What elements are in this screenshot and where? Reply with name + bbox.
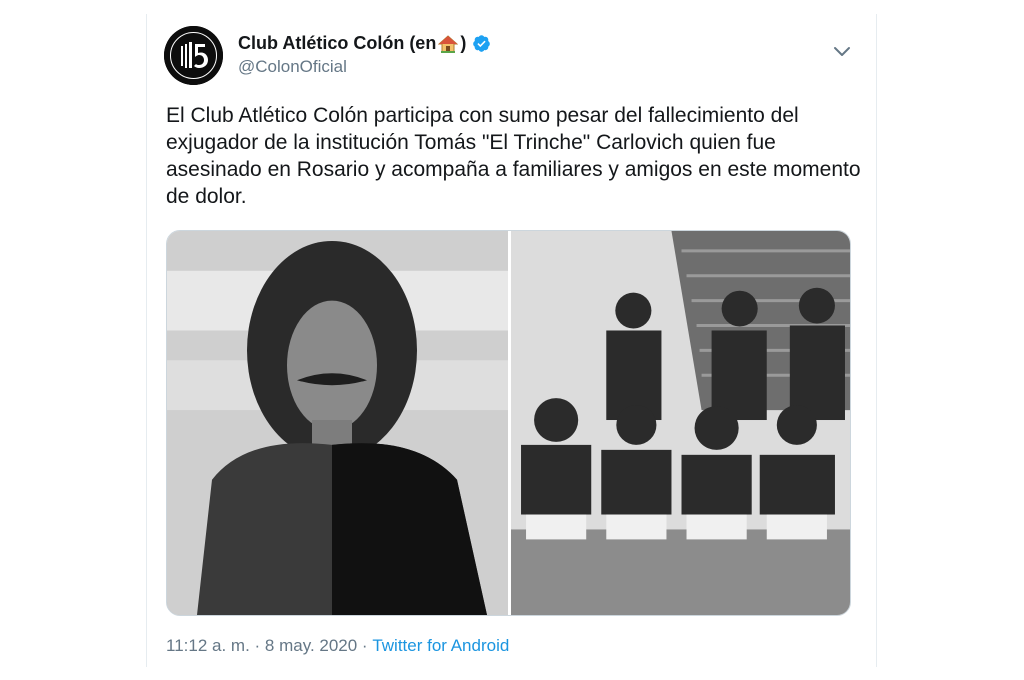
tweet-date[interactable]: 8 may. 2020 (265, 636, 357, 656)
avatar[interactable] (164, 26, 223, 85)
meta-separator: · (249, 636, 265, 655)
meta-separator-2: · (357, 636, 373, 655)
author-name-suffix: ) (460, 33, 467, 53)
author-handle[interactable]: @ColonOficial (238, 57, 347, 77)
verified-badge-icon (473, 35, 491, 52)
house-icon (438, 34, 459, 53)
tweet-source-link[interactable]: Twitter for Android (372, 636, 509, 656)
club-crest-icon (164, 26, 223, 85)
team-photo[interactable] (511, 231, 850, 615)
author-name[interactable]: Club Atlético Colón (en (238, 33, 436, 54)
player-portrait-photo[interactable] (167, 231, 508, 615)
tweet-text: El Club Atlético Colón participa con sum… (166, 104, 861, 208)
tweet-meta: 11:12 a. m. · 8 may. 2020 · Twitter for … (166, 636, 509, 656)
author-name-row[interactable]: Club Atlético Colón (en ) (238, 33, 491, 54)
tweet-time[interactable]: 11:12 a. m. (166, 636, 250, 656)
tweet-media[interactable] (166, 230, 851, 616)
chevron-down-icon[interactable] (832, 44, 852, 60)
